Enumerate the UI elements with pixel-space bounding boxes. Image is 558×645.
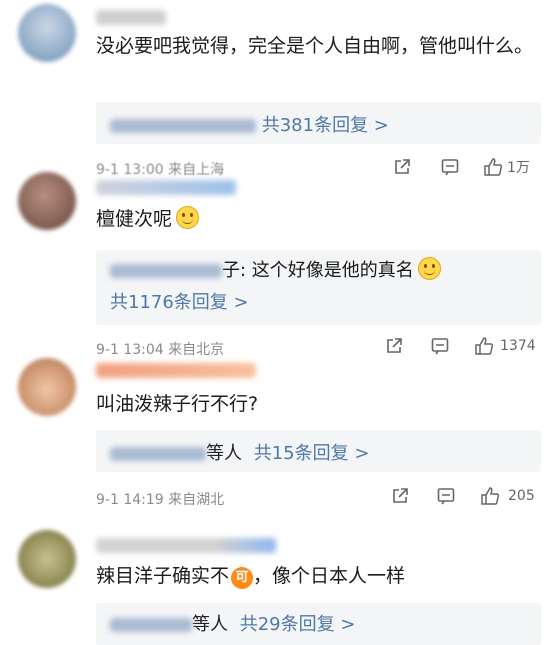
username-blurred[interactable] <box>96 10 166 25</box>
reply-preview[interactable]: 子: 这个好像是他的真名 共1176条回复 > <box>96 250 541 325</box>
share-button[interactable] <box>391 487 409 505</box>
smile-emoji <box>176 206 200 229</box>
avatar[interactable] <box>18 4 76 62</box>
comment-icon <box>437 488 455 505</box>
avatar[interactable] <box>18 172 76 230</box>
share-icon <box>387 338 402 353</box>
timestamp-location: 9-1 13:04 来自北京 <box>96 342 225 358</box>
reply-preview[interactable]: 等人 共29条回复 > <box>96 603 541 645</box>
timestamp-location: 9-1 14:19 来自湖北 <box>96 492 225 508</box>
avatar[interactable] <box>18 358 76 416</box>
like-count: 205 <box>508 488 535 504</box>
share-button[interactable] <box>385 337 403 355</box>
avatar[interactable] <box>18 530 76 588</box>
like-button[interactable]: 1万 <box>483 157 530 177</box>
comment-text: 没必要吧我觉得，完全是个人自由啊，管他叫什么。 <box>96 35 534 57</box>
username-blurred[interactable] <box>96 363 256 378</box>
reply-preview[interactable]: 共381条回复 > <box>96 102 541 144</box>
like-icon <box>484 158 503 176</box>
comment-text: 辣目洋子确实不可，像个日本人一样 <box>96 565 406 589</box>
reply-count-link[interactable]: 共15条回复 > <box>254 443 370 464</box>
comment-button[interactable] <box>441 158 459 176</box>
share-icon <box>395 159 410 174</box>
ke-badge-emoji: 可 <box>231 567 254 589</box>
comment-icon <box>441 159 459 176</box>
like-icon <box>481 487 500 505</box>
timestamp-location: 9-1 13:00 来自上海 <box>96 162 225 178</box>
comment-button[interactable] <box>431 337 449 355</box>
username-blurred[interactable] <box>96 538 276 553</box>
comment-button[interactable] <box>437 487 455 505</box>
smile-emoji <box>417 257 441 280</box>
reply-count-link[interactable]: 共1176条回复 > <box>110 288 249 314</box>
like-count: 1374 <box>500 338 536 354</box>
like-button[interactable]: 205 <box>480 486 535 506</box>
reply-count-link[interactable]: 共381条回复 > <box>262 115 389 136</box>
reply-prefix: 等人 <box>192 614 228 635</box>
reply-prefix: 等人 <box>206 443 242 464</box>
comment-icon <box>431 338 449 355</box>
comment-text: 叫油泼辣子行不行? <box>96 393 259 415</box>
like-button[interactable]: 1374 <box>474 336 536 356</box>
share-button[interactable] <box>393 158 411 176</box>
share-icon <box>393 488 408 503</box>
like-icon <box>475 337 494 355</box>
like-count: 1万 <box>507 160 530 176</box>
username-blurred[interactable] <box>96 180 236 195</box>
comment-text: 檀健次呢 <box>96 203 536 236</box>
reply-preview[interactable]: 等人 共15条回复 > <box>96 430 541 472</box>
reply-text: 子: 这个好像是他的真名 <box>222 257 441 281</box>
reply-count-link[interactable]: 共29条回复 > <box>240 614 356 635</box>
